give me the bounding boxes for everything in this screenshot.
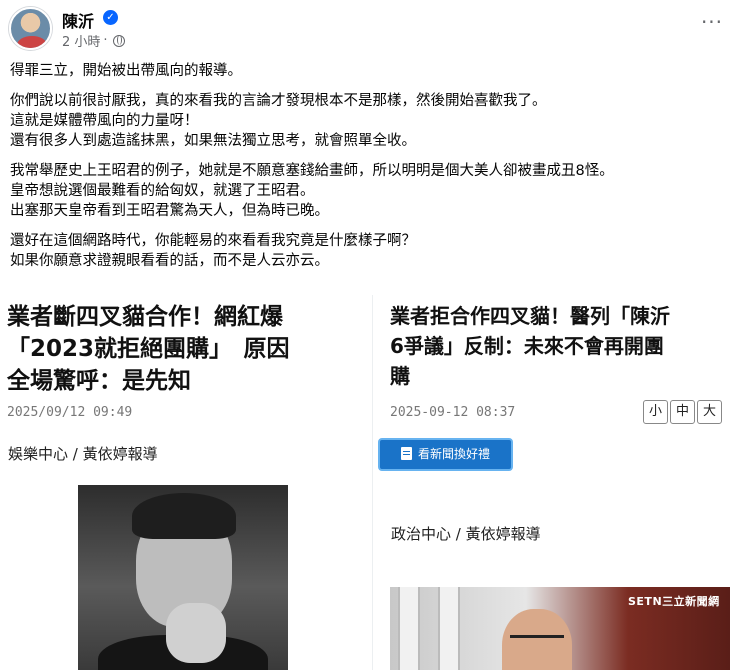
font-size-large-button[interactable]: 大 xyxy=(697,400,722,424)
headline-line: 購 xyxy=(390,364,410,388)
text-line: 皇帝想說選個最難看的給匈奴，就選了王昭君。 xyxy=(10,183,315,199)
article-photo xyxy=(78,485,288,670)
right-article-headline: 業者拒合作四叉貓！醫列「陳沂 6爭議」反制：未來不會再開團 購 xyxy=(390,301,730,391)
text-line: 還好在這個網路時代，你能輕易的來看看我究竟是什麼樣子啊？ xyxy=(10,233,416,249)
post-text: 得罪三立，開始被出帶風向的報導。 你們說以前很討厭我，真的來看我的言論才發現根本… xyxy=(10,61,730,281)
post-header: 陳沂 ✓ 2 小時 · ··· xyxy=(0,0,736,58)
paragraph-4: 還好在這個網路時代，你能輕易的來看看我究竟是什麼樣子啊？ 如果你願意求證親眼看看… xyxy=(10,231,730,271)
article-photo: SETN三立新聞網 xyxy=(390,587,730,670)
text-line: 我常舉歷史上王昭君的例子，她就是不願意塞錢給畫師，所以明明是個大美人卻被畫成丑8… xyxy=(10,163,614,179)
headline-line: 6爭議」反制：未來不會再開團 xyxy=(390,334,664,358)
gift-button[interactable]: 看新聞換好禮 xyxy=(378,438,513,471)
text-line: 還有很多人到處造謠抹黑，如果無法獨立思考，就會照單全收。 xyxy=(10,133,416,149)
headline-line: 「2023就拒絕團購」 原因 xyxy=(7,336,290,362)
gift-button-label: 看新聞換好禮 xyxy=(417,447,490,461)
paragraph-3: 我常舉歷史上王昭君的例子，她就是不願意塞錢給畫師，所以明明是個大美人卻被畫成丑8… xyxy=(10,161,730,221)
text-line: 得罪三立，開始被出帶風向的報導。 xyxy=(10,63,242,79)
font-size-buttons: 小 中 大 xyxy=(643,400,722,424)
left-article-headline: 業者斷四叉貓合作！網紅爆 「2023就拒絕團購」 原因 全場驚呼：是先知 xyxy=(7,301,363,397)
font-size-medium-button[interactable]: 中 xyxy=(670,400,695,424)
right-article-date: 2025-09-12 08:37 xyxy=(390,405,516,420)
author-name[interactable]: 陳沂 xyxy=(62,8,94,32)
verified-badge-icon: ✓ xyxy=(103,10,118,25)
globe-icon[interactable] xyxy=(112,34,125,47)
text-line: 這就是媒體帶風向的力量呀！ xyxy=(10,113,199,129)
post-meta: 2 小時 · xyxy=(62,31,125,50)
text-line: 出塞那天皇帝看到王昭君驚為天人，但為時已晚。 xyxy=(10,203,329,219)
text-line: 如果你願意求證親眼看看的話，而不是人云亦云。 xyxy=(10,253,329,269)
left-article-byline: 娛樂中心 / 黃依婷報導 xyxy=(8,445,158,463)
setn-watermark: SETN三立新聞網 xyxy=(628,595,720,608)
meta-separator: · xyxy=(103,33,108,48)
document-icon xyxy=(400,447,412,460)
left-article-date: 2025/09/12 09:49 xyxy=(7,405,133,420)
post-time[interactable]: 2 小時 xyxy=(62,31,100,50)
paragraph-2: 你們說以前很討厭我，真的來看我的言論才發現根本不是那樣，然後開始喜歡我了。 這就… xyxy=(10,91,730,151)
author-avatar[interactable] xyxy=(9,7,52,50)
paragraph-1: 得罪三立，開始被出帶風向的報導。 xyxy=(10,61,730,81)
left-article-image[interactable]: 業者斷四叉貓合作！網紅爆 「2023就拒絕團購」 原因 全場驚呼：是先知 202… xyxy=(0,295,370,670)
more-options-button[interactable]: ··· xyxy=(700,12,724,38)
font-size-small-button[interactable]: 小 xyxy=(643,400,668,424)
headline-line: 業者斷四叉貓合作！網紅爆 xyxy=(7,304,283,330)
headline-line: 業者拒合作四叉貓！醫列「陳沂 xyxy=(390,304,670,328)
text-line: 你們說以前很討厭我，真的來看我的言論才發現根本不是那樣，然後開始喜歡我了。 xyxy=(10,93,547,109)
right-article-byline: 政治中心 / 黃依婷報導 xyxy=(391,525,541,543)
right-article-image[interactable]: 業者拒合作四叉貓！醫列「陳沂 6爭議」反制：未來不會再開團 購 2025-09-… xyxy=(372,295,736,670)
headline-line: 全場驚呼：是先知 xyxy=(7,368,191,394)
